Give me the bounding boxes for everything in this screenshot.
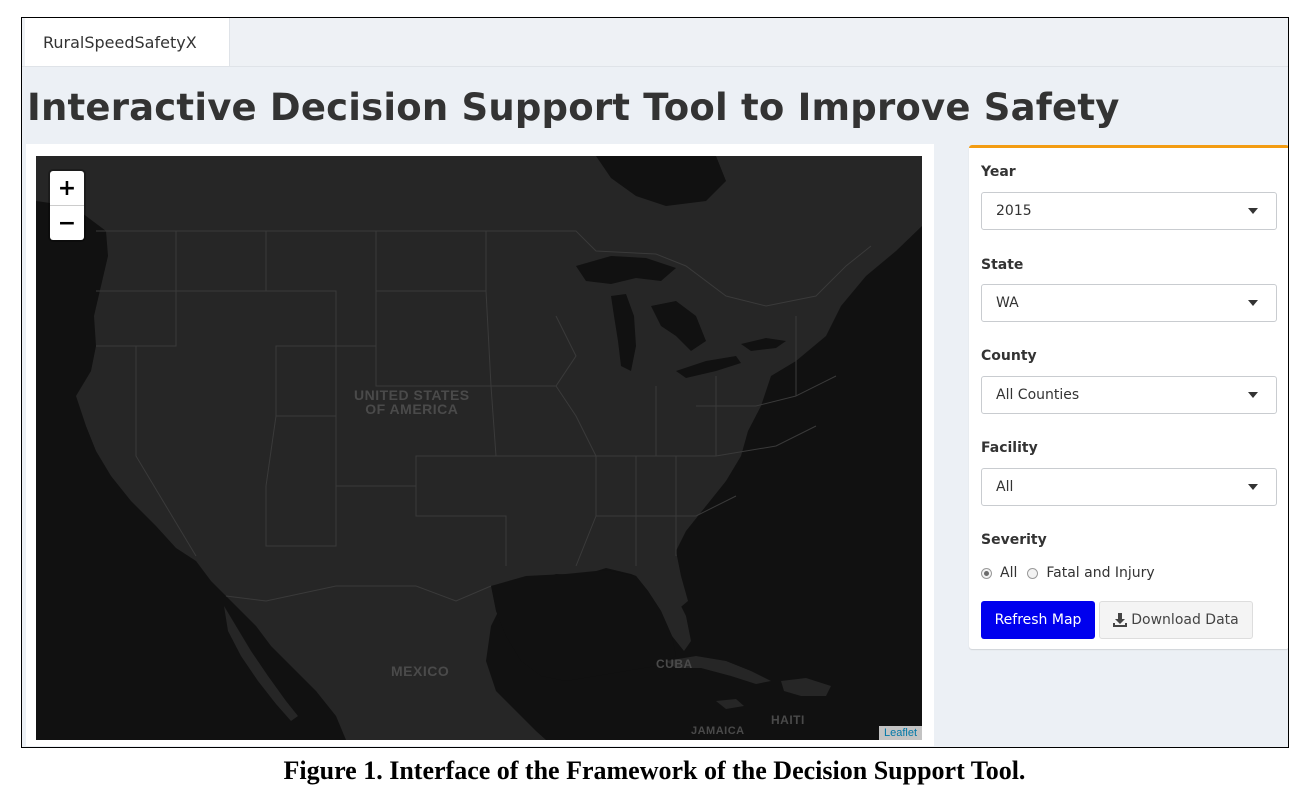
filter-panel: Year 2015 State WA County All Counties F…: [969, 145, 1288, 649]
land-jamaica: [716, 699, 744, 709]
label-haiti: HAITI: [771, 713, 805, 727]
county-label: County: [981, 348, 1037, 364]
refresh-map-button[interactable]: Refresh Map: [981, 601, 1095, 639]
zoom-in-button[interactable]: +: [50, 171, 84, 205]
download-data-label: Download Data: [1131, 612, 1239, 628]
facility-select[interactable]: All: [981, 468, 1277, 506]
label-jamaica: JAMAICA: [691, 725, 745, 737]
refresh-map-label: Refresh Map: [994, 612, 1082, 628]
state-value: WA: [996, 295, 1019, 311]
app-window: RuralSpeedSafetyX Interactive Decision S…: [21, 17, 1289, 748]
chevron-down-icon: [1248, 208, 1258, 214]
year-select[interactable]: 2015: [981, 192, 1277, 230]
map-container: + − UNITED STATES OF AMERICA MEXICO CUBA…: [26, 144, 934, 746]
state-label: State: [981, 257, 1024, 273]
download-icon: [1113, 613, 1128, 627]
download-data-button[interactable]: Download Data: [1099, 601, 1253, 639]
land-north-america: [36, 156, 922, 740]
county-select[interactable]: All Counties: [981, 376, 1277, 414]
chevron-down-icon: [1248, 484, 1258, 490]
tab-ruralspeedsafetyx[interactable]: RuralSpeedSafetyX: [25, 18, 230, 66]
severity-radio-all[interactable]: [981, 567, 992, 579]
year-value: 2015: [996, 203, 1032, 219]
county-value: All Counties: [996, 387, 1080, 403]
label-usa: UNITED STATES OF AMERICA: [354, 388, 470, 416]
basemap: [36, 156, 922, 740]
year-label: Year: [981, 164, 1016, 180]
land-hispaniola: [781, 678, 831, 696]
label-mexico: MEXICO: [391, 663, 450, 679]
zoom-control: + −: [50, 171, 84, 240]
page-title: Interactive Decision Support Tool to Imp…: [27, 86, 1120, 129]
label-usa-line2: OF AMERICA: [365, 401, 459, 417]
severity-option-label: Fatal and Injury: [1046, 565, 1155, 581]
facility-value: All: [996, 479, 1014, 495]
figure-caption: Figure 1. Interface of the Framework of …: [283, 756, 1026, 785]
severity-radio-group: All Fatal and Injury: [981, 565, 1165, 581]
severity-label: Severity: [981, 532, 1047, 548]
zoom-out-button[interactable]: −: [50, 205, 84, 240]
state-select[interactable]: WA: [981, 284, 1277, 322]
severity-radio-fatal-injury[interactable]: [1027, 567, 1039, 579]
tab-label: RuralSpeedSafetyX: [43, 32, 197, 52]
navbar: RuralSpeedSafetyX: [22, 18, 1288, 67]
chevron-down-icon: [1248, 392, 1258, 398]
label-usa-line1: UNITED STATES: [354, 387, 470, 403]
label-cuba: CUBA: [656, 657, 693, 671]
facility-label: Facility: [981, 440, 1038, 456]
severity-option-label: All: [1000, 565, 1018, 581]
map[interactable]: + − UNITED STATES OF AMERICA MEXICO CUBA…: [36, 156, 922, 740]
chevron-down-icon: [1248, 300, 1258, 306]
leaflet-attribution[interactable]: Leaflet: [878, 726, 922, 740]
